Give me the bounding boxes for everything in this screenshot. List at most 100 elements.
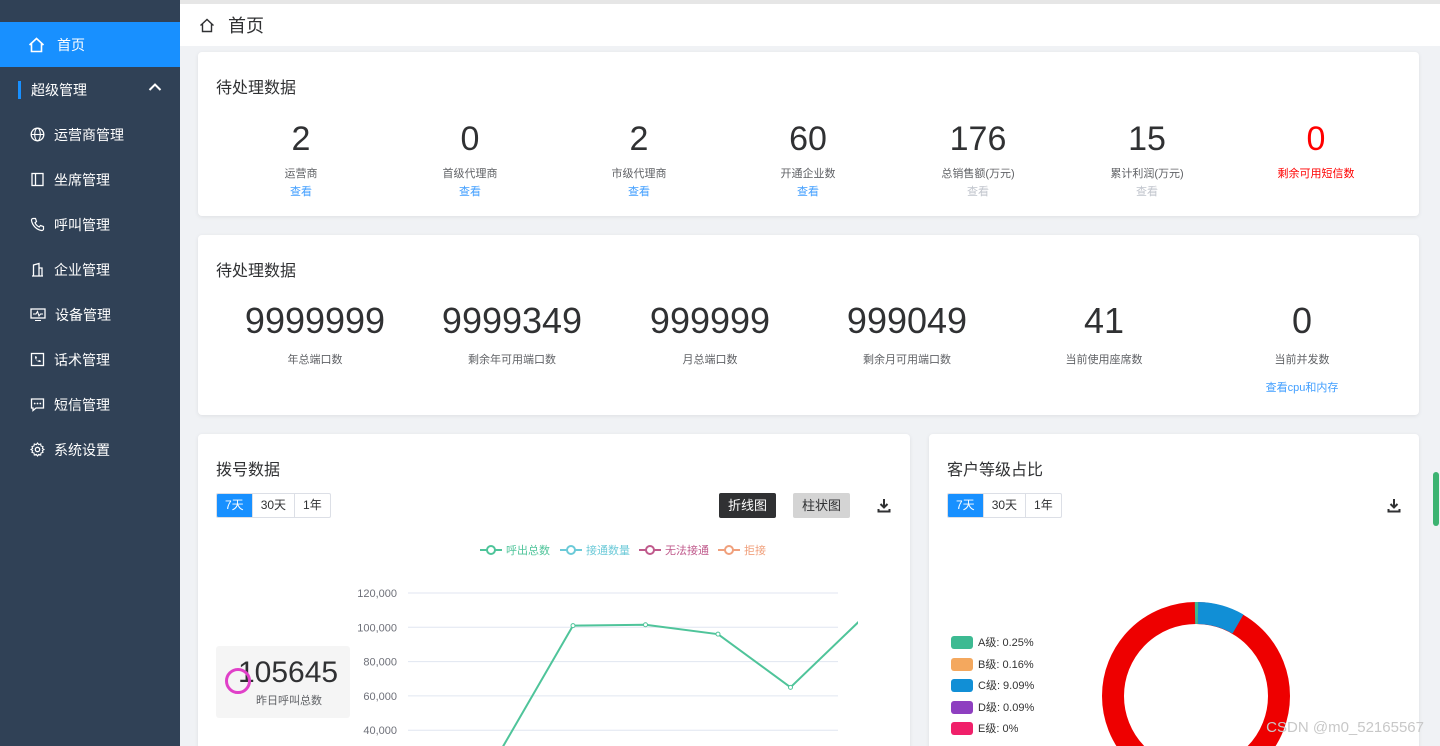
legend-connected[interactable]: 接通数量 [560,542,630,558]
view-link: 查看 [1136,186,1158,198]
building-icon [32,262,43,277]
active-indicator [18,80,21,99]
download-icon[interactable] [877,498,891,513]
stat-value: 60 [789,120,827,158]
legend-grade-d[interactable]: D级: 0.09% [951,700,1034,714]
stat-label: 累计利润(万元) [1110,168,1184,180]
home-icon [28,36,45,52]
pending-data-card: 待处理数据 2 运营商 查看 0 首级代理商 查看 2 市级代理商 查看 60 … [198,52,1419,216]
card-title: 客户等级占比 [947,462,1044,479]
view-link[interactable]: 查看 [385,183,555,199]
stat-label: 总销售额(万元) [941,168,1015,180]
sidebar-item-settings[interactable]: 系统设置 [0,427,180,472]
stat-label: 首级代理商 [442,168,498,180]
stat-value: 9999999 [244,300,386,341]
legend-swatch [951,678,973,692]
scrollbar-thumb[interactable] [1433,472,1439,526]
sidebar-item-seat[interactable]: 坐席管理 [0,157,180,202]
watermark: CSDN @m0_52165567 [1266,719,1424,736]
sidebar-item-device[interactable]: 设备管理 [0,292,180,337]
legend-rejected[interactable]: 拒接 [718,542,766,558]
sidebar-item-label: 设备管理 [55,306,111,323]
stat-value: 999049 [846,300,968,341]
y-tick-label: 100,000 [357,622,397,634]
range-30d[interactable]: 30天 [984,494,1027,517]
stat-label: 开通企业数 [780,168,836,180]
seat-icon [31,172,44,187]
sidebar-item-operator[interactable]: 运营商管理 [0,112,180,157]
download-icon[interactable] [1387,498,1401,513]
message-icon [30,398,45,412]
stat-first-agent: 0 首级代理商 查看 [385,122,555,199]
range-7d[interactable]: 7天 [948,494,984,517]
range-30d[interactable]: 30天 [253,494,296,517]
data-point[interactable] [643,622,648,628]
script-icon [30,352,45,367]
legend-swatch [951,657,973,671]
scrollbar[interactable] [1432,46,1440,746]
dial-data-card: 拨号数据 7天 30天 1年 折线图 柱状图 呼出总数 接通数量 无法接通 拒接… [198,434,910,746]
view-link[interactable]: 查看 [216,183,386,199]
line-chart-button[interactable]: 折线图 [719,493,777,518]
range-1y[interactable]: 1年 [295,494,330,517]
donut-segment-c [1197,602,1244,634]
sidebar-item-script[interactable]: 话术管理 [0,337,180,382]
breadcrumb-current[interactable]: 首页 [228,12,264,38]
stat-label: 剩余年可用端口数 [468,354,556,366]
sidebar-item-home[interactable]: 首页 [0,22,180,67]
stat-value: 0 [1291,300,1313,341]
customer-grade-card: 客户等级占比 7天 30天 1年 A级: 0.25% B级: 0.16% C级:… [929,434,1419,746]
stat-label: 市级代理商 [611,168,667,180]
data-point[interactable] [570,623,576,629]
stat-value: 0 [1306,120,1326,158]
data-point[interactable] [715,631,721,637]
yesterday-total-value: 105645 [238,656,339,689]
data-point[interactable] [788,684,793,690]
stat-value: 999999 [649,300,771,341]
sidebar-item-label: 坐席管理 [54,171,110,188]
sidebar-item-label: 首页 [57,36,85,53]
sidebar-item-label: 系统设置 [54,441,110,458]
legend-unreachable[interactable]: 无法接通 [639,542,709,558]
range-1y[interactable]: 1年 [1026,494,1061,517]
sidebar-item-enterprise[interactable]: 企业管理 [0,247,180,292]
legend-grade-c[interactable]: C级: 9.09% [951,678,1034,692]
stat-value: 41 [1083,300,1125,341]
stat-month-remaining: 999049 剩余月可用端口数 [812,303,1002,367]
stat-month-ports: 999999 月总端口数 [615,303,805,367]
sidebar-item-label: 运营商管理 [54,126,124,143]
yesterday-total-box: 105645 昨日呼叫总数 [216,646,350,718]
sidebar-item-sms[interactable]: 短信管理 [0,382,180,427]
card-title: 拨号数据 [216,462,281,479]
view-link[interactable]: 查看 [554,183,724,199]
view-link[interactable]: 查看 [723,183,893,199]
sidebar-item-label: 短信管理 [54,396,110,413]
legend-grade-a[interactable]: A级: 0.25% [951,635,1034,649]
bar-chart-button[interactable]: 柱状图 [793,493,851,518]
sidebar-group-super-admin[interactable]: 超级管理 [0,67,180,112]
yesterday-total-label: 昨日呼叫总数 [256,695,322,707]
breadcrumb: 首页 [180,0,1440,46]
range-selector: 7天 30天 1年 [216,493,331,518]
stat-label: 剩余月可用端口数 [863,354,951,366]
legend-outbound-total[interactable]: 呼出总数 [480,542,550,558]
sidebar-item-label: 话术管理 [54,351,110,368]
legend-grade-b[interactable]: B级: 0.16% [951,657,1034,671]
range-selector: 7天 30天 1年 [947,493,1062,518]
legend-grade-e[interactable]: E级: 0% [951,721,1018,735]
stat-label: 运营商 [284,168,318,180]
sidebar-item-label: 呼叫管理 [54,216,110,233]
stat-value: 0 [460,120,480,158]
stat-label: 月总端口数 [682,354,738,366]
sidebar-item-label: 企业管理 [54,261,110,278]
stat-sms-remaining: 0 剩余可用短信数 [1231,122,1401,181]
view-cpu-memory-link[interactable]: 查看cpu和内存 [1207,379,1397,395]
legend-swatch [951,700,973,714]
stat-value: 9999349 [441,300,583,341]
stat-label: 剩余可用短信数 [1277,168,1355,180]
range-7d[interactable]: 7天 [217,494,253,517]
legend-swatch [951,635,973,649]
sidebar-group-label: 超级管理 [31,81,87,98]
sidebar-item-call[interactable]: 呼叫管理 [0,202,180,247]
stat-year-remaining: 9999349 剩余年可用端口数 [417,303,607,367]
